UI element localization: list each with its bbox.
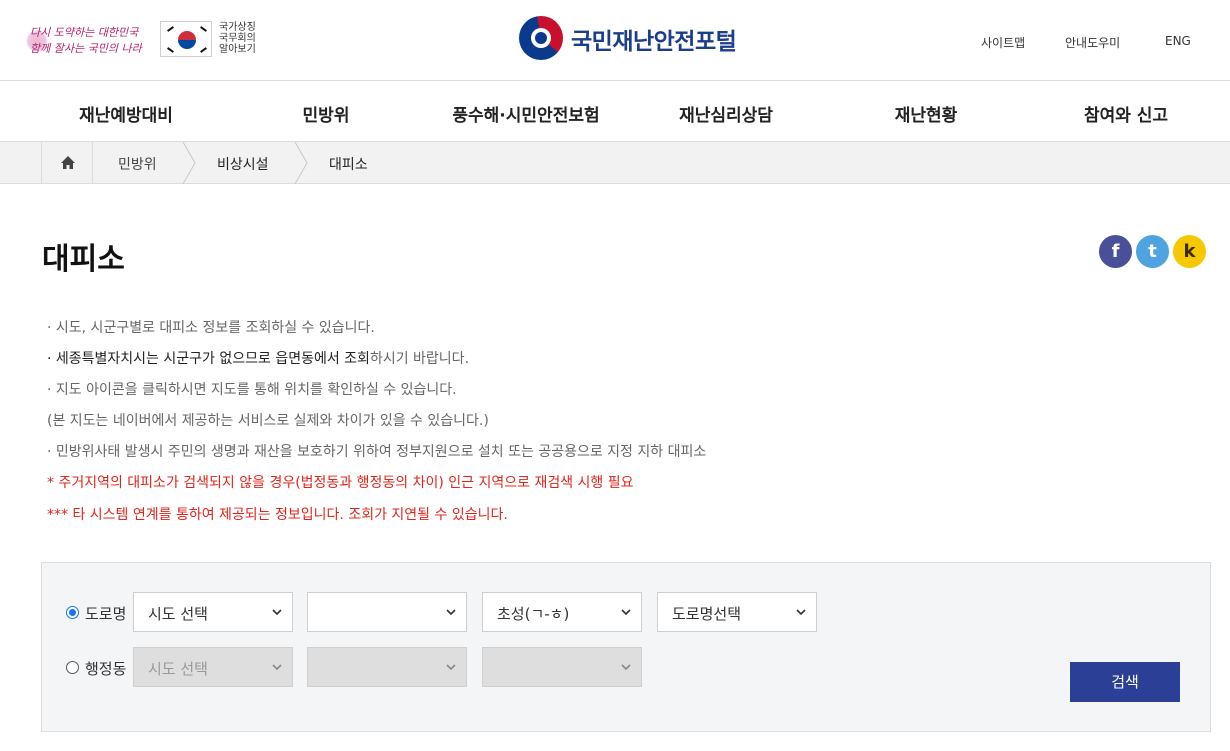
info-line: (본 지도는 네이버에서 제공하는 서비스로 실제와 차이가 있을 수 있습니다…	[47, 413, 489, 429]
symbol-text-line: 알아보기	[219, 44, 256, 55]
english-link[interactable]: ENG	[1165, 34, 1191, 48]
road-name-radio[interactable]	[66, 606, 79, 619]
twitter-share-button[interactable]: t	[1136, 235, 1169, 268]
slogan-line2: 함께 잘사는 국민의 나라	[30, 42, 142, 55]
breadcrumb-current: 대피소	[329, 157, 368, 173]
facebook-icon: f	[1111, 241, 1120, 262]
government-slogan-logo[interactable]: 다시 도약하는 대한민국 함께 잘사는 국민의 나라	[26, 22, 156, 60]
facebook-share-button[interactable]: f	[1099, 235, 1132, 268]
main-navigation: 재난예방대비 민방위 풍수해·시민안전보험 재난심리상담 재난현황 참여와 신고	[0, 81, 1230, 142]
info-line-rest: 하시기 바랍니다.	[369, 351, 470, 367]
search-button[interactable]: 검색	[1070, 662, 1180, 702]
chevron-down-icon	[796, 609, 806, 616]
trigram-bar	[200, 47, 207, 53]
nav-item-insurance[interactable]: 풍수해·시민안전보험	[452, 101, 599, 126]
symbol-text-line: 국가상징	[219, 22, 256, 33]
select-value: 도로명선택	[672, 605, 742, 623]
trigram-bar	[167, 26, 174, 32]
sitemap-link[interactable]: 사이트맵	[981, 34, 1025, 51]
admin-sigungu-select[interactable]	[307, 647, 467, 687]
logo-text: 국민재난안전포털	[571, 29, 737, 55]
breadcrumb: 민방위 비상시설 대피소	[0, 142, 1230, 184]
chevron-down-icon	[621, 609, 631, 616]
kakao-icon: k	[1183, 241, 1196, 262]
chevron-down-icon	[446, 664, 456, 671]
admin-sido-select[interactable]: 시도 선택	[133, 647, 293, 687]
page-title: 대피소	[42, 242, 125, 277]
guide-link[interactable]: 안내도우미	[1065, 34, 1120, 51]
breadcrumb-item[interactable]: 민방위	[118, 154, 157, 174]
select-value: 초성(ㄱ-ㅎ)	[497, 605, 570, 623]
nav-item-participation[interactable]: 참여와 신고	[1084, 101, 1168, 126]
info-line: · 민방위사태 발생시 주민의 생명과 재산을 보호하기 위하여 정부지원으로 …	[47, 444, 707, 460]
chevron-down-icon	[272, 664, 282, 671]
admin-dong-select[interactable]	[482, 647, 642, 687]
breadcrumb-separator-icon	[294, 142, 308, 184]
info-line: · 시도, 시군구별로 대피소 정보를 조회하실 수 있습니다.	[47, 320, 375, 336]
warning-line: * 주거지역의 대피소가 검색되지 않을 경우(법정동과 행정동의 차이) 인근…	[47, 475, 634, 491]
trigram-bar	[167, 47, 174, 53]
slogan-line1: 다시 도약하는 대한민국	[30, 26, 139, 39]
info-line: · 지도 아이콘을 클릭하시면 지도를 통해 위치를 확인하실 수 있습니다.	[47, 382, 457, 398]
nav-item-counseling[interactable]: 재난심리상담	[679, 101, 773, 126]
government-emblem-icon	[519, 16, 563, 60]
home-icon	[61, 156, 75, 169]
admin-dong-radio[interactable]	[66, 661, 79, 674]
road-name-select[interactable]: 도로명선택	[657, 592, 817, 632]
chevron-down-icon	[621, 664, 631, 671]
nav-item-disaster-prevention[interactable]: 재난예방대비	[79, 101, 173, 126]
warning-line: *** 타 시스템 연계를 통하여 제공되는 정보입니다. 조회가 지연될 수 …	[47, 507, 508, 523]
nav-item-civil-defense[interactable]: 민방위	[303, 101, 350, 126]
select-value: 시도 선택	[148, 660, 208, 678]
info-line: · 세종특별자치시는 시군구가 없으므로 읍면동에서 조회하시기 바랍니다.	[47, 348, 469, 368]
kakao-share-button[interactable]: k	[1173, 235, 1206, 268]
nav-item-disaster-status[interactable]: 재난현황	[895, 101, 958, 126]
taeguk-symbol	[178, 31, 196, 49]
national-symbol-link[interactable]: 국가상징 국무회의 알아보기	[219, 22, 256, 55]
road-initial-select[interactable]: 초성(ㄱ-ㅎ)	[482, 592, 642, 632]
symbol-text-line: 국무회의	[219, 33, 256, 44]
breadcrumb-item[interactable]: 비상시설	[217, 154, 269, 174]
trigram-bar	[200, 26, 207, 32]
shelter-search-form: 도로명 시도 선택 초성(ㄱ-ㅎ) 도로명선택 행정동 시도 선택 검색	[41, 562, 1211, 732]
road-sido-select[interactable]: 시도 선택	[133, 592, 293, 632]
national-flag-icon[interactable]	[160, 21, 212, 57]
breadcrumb-separator-icon	[182, 142, 196, 184]
road-name-label: 도로명	[85, 605, 127, 623]
info-line-emphasis: · 세종특별자치시는 시군구가 없으므로 읍면동에서 조회	[47, 351, 370, 367]
admin-dong-label: 행정동	[85, 660, 127, 678]
chevron-down-icon	[272, 609, 282, 616]
home-button[interactable]	[41, 142, 93, 184]
select-value: 시도 선택	[148, 605, 208, 623]
road-sigungu-select[interactable]	[307, 592, 467, 632]
site-header: 다시 도약하는 대한민국 함께 잘사는 국민의 나라 국가상징 국무회의 알아보…	[0, 0, 1230, 81]
chevron-down-icon	[446, 609, 456, 616]
twitter-icon: t	[1148, 241, 1157, 262]
